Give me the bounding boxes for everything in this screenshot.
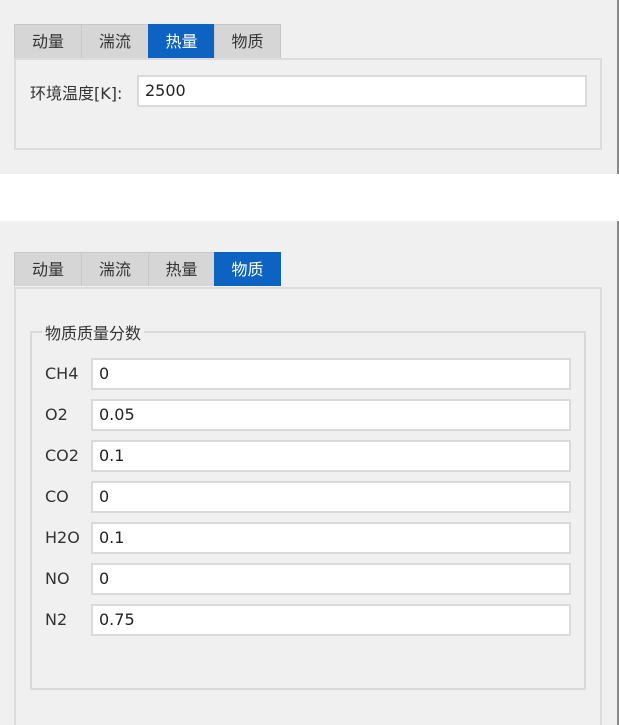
species-tab-page: 物质质量分数 CH4 0 O2 0.05 CO2 0.1 CO 0 H2O 0.…: [14, 287, 602, 725]
species-mass-fraction-group: 物质质量分数 CH4 0 O2 0.05 CO2 0.1 CO 0 H2O 0.…: [30, 320, 586, 690]
species-label: O2: [45, 405, 68, 424]
species-row-co2: CO2 0.1: [32, 440, 584, 472]
species-label: CO: [45, 487, 69, 506]
no-fraction-input[interactable]: 0: [91, 563, 571, 595]
species-row-no: NO 0: [32, 563, 584, 595]
species-label: CO2: [45, 446, 79, 465]
tab-bar: 动量 湍流 热量 物质: [14, 24, 281, 58]
co-fraction-input[interactable]: 0: [91, 481, 571, 513]
tab-bar: 动量 湍流 热量 物质: [14, 252, 281, 286]
species-label: CH4: [45, 364, 79, 383]
ambient-temperature-label: 环境温度[K]:: [30, 84, 123, 103]
co2-fraction-input[interactable]: 0.1: [91, 440, 571, 472]
species-row-o2: O2 0.05: [32, 399, 584, 431]
tab-heat[interactable]: 热量: [148, 252, 215, 286]
tab-species[interactable]: 物质: [214, 24, 281, 58]
ambient-temperature-input[interactable]: 2500: [137, 75, 587, 107]
heat-settings-panel: 动量 湍流 热量 物质 环境温度[K]: 2500: [0, 0, 619, 174]
tab-turbulence[interactable]: 湍流: [81, 252, 149, 286]
species-label: H2O: [45, 528, 80, 547]
n2-fraction-input[interactable]: 0.75: [91, 604, 571, 636]
tab-momentum[interactable]: 动量: [14, 24, 82, 58]
species-row-n2: N2 0.75: [32, 604, 584, 636]
group-title: 物质质量分数: [42, 320, 145, 344]
species-row-co: CO 0: [32, 481, 584, 513]
tab-momentum[interactable]: 动量: [14, 252, 82, 286]
species-label: N2: [45, 610, 68, 629]
heat-tab-page: 环境温度[K]: 2500: [14, 58, 602, 150]
species-row-ch4: CH4 0: [32, 358, 584, 390]
h2o-fraction-input[interactable]: 0.1: [91, 522, 571, 554]
tab-turbulence[interactable]: 湍流: [81, 24, 149, 58]
ch4-fraction-input[interactable]: 0: [91, 358, 571, 390]
species-settings-panel: 动量 湍流 热量 物质 物质质量分数 CH4 0 O2 0.05 CO2 0.1…: [0, 221, 619, 725]
o2-fraction-input[interactable]: 0.05: [91, 399, 571, 431]
species-label: NO: [45, 569, 70, 588]
tab-heat[interactable]: 热量: [148, 24, 215, 58]
tab-species[interactable]: 物质: [214, 252, 281, 286]
species-row-h2o: H2O 0.1: [32, 522, 584, 554]
